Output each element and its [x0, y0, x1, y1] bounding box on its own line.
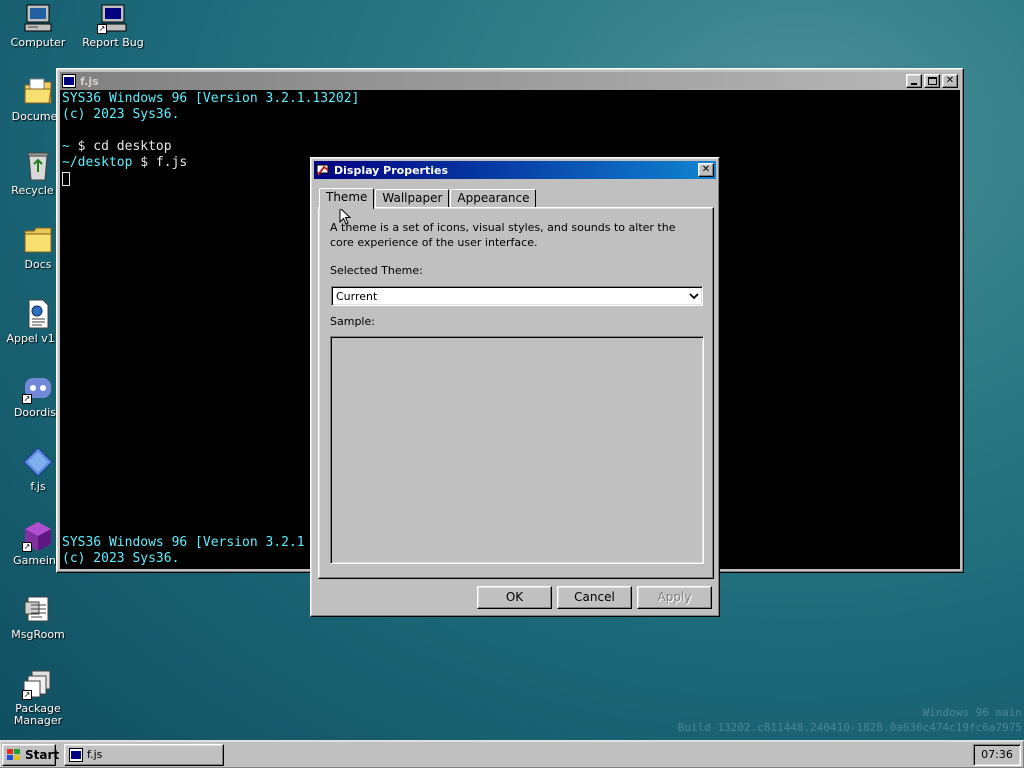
tab-theme[interactable]: Theme — [319, 188, 375, 209]
clock-time: 07:36 — [981, 748, 1013, 761]
dialog-title: Display Properties — [334, 163, 449, 177]
terminal-app-icon — [69, 747, 83, 762]
cancel-button[interactable]: Cancel — [557, 586, 632, 609]
terminal-command: $ f.js — [132, 155, 188, 170]
documents-folder-icon — [22, 76, 54, 108]
selected-theme-label: Selected Theme: — [330, 264, 423, 277]
recycle-bin-icon — [22, 150, 54, 182]
report-bug-icon: ↗ — [97, 2, 129, 34]
text-cursor — [62, 171, 70, 186]
tab-wallpaper[interactable]: Wallpaper — [375, 189, 450, 208]
tab-strip: Theme Wallpaper Appearance — [319, 186, 537, 209]
ok-button[interactable]: OK — [477, 586, 552, 609]
theme-select[interactable]: Current — [331, 286, 703, 306]
start-label: Start — [25, 747, 60, 762]
package-manager-icon: ↗ — [22, 668, 54, 700]
terminal-title: f.js — [80, 74, 99, 88]
desktop-icon-computer[interactable]: Computer — [0, 2, 76, 49]
windows-logo-icon — [6, 748, 22, 762]
taskbar-item-fjs[interactable]: f.js — [64, 743, 224, 766]
terminal-command: $ cd desktop — [69, 139, 172, 154]
minimize-icon — [911, 83, 917, 85]
theme-sample-preview — [330, 336, 704, 564]
sample-label: Sample: — [330, 315, 375, 328]
terminal-line: SYS36 Windows 96 [Version 3.2.1.13202] — [62, 91, 360, 106]
display-properties-dialog[interactable]: Display Properties ✕ Theme Wallpaper App… — [310, 157, 720, 617]
start-button[interactable]: Start — [2, 743, 60, 766]
build-watermark-line2: Build 13202.c811448.240410-1828.0a630c47… — [677, 721, 1022, 734]
system-tray-clock[interactable]: 07:36 — [973, 743, 1021, 766]
terminal-prompt: ~/desktop — [62, 155, 133, 170]
js-file-icon — [22, 446, 54, 478]
close-icon: ✕ — [945, 75, 955, 86]
game-cube-icon: ↗ — [22, 520, 54, 552]
maximize-icon — [927, 77, 937, 85]
dialog-titlebar[interactable]: Display Properties ✕ — [314, 161, 716, 179]
taskbar-item-label: f.js — [87, 748, 103, 761]
build-watermark-line1: Windows 96 main — [922, 706, 1022, 719]
terminal-line: (c) 2023 Sys36. — [62, 107, 180, 122]
desktop-icon-report-bug[interactable]: ↗ Report Bug — [75, 2, 151, 49]
terminal-prompt: ~ — [62, 139, 70, 154]
terminal-line: SYS36 Windows 96 [Version 3.2.1 — [62, 535, 305, 550]
tab-appearance[interactable]: Appearance — [450, 189, 537, 208]
discord-icon: ↗ — [22, 372, 54, 404]
chevron-down-icon — [686, 288, 702, 304]
apply-button[interactable]: Apply — [637, 586, 712, 609]
shortcut-arrow-icon: ↗ — [22, 542, 32, 552]
folder-icon — [22, 224, 54, 256]
html-document-icon — [22, 298, 54, 330]
desktop-icon-msgroom[interactable]: MsgRoom — [0, 594, 76, 641]
shortcut-arrow-icon: ↗ — [22, 394, 32, 404]
shortcut-arrow-icon: ↗ — [97, 24, 107, 34]
theme-tab-panel: A theme is a set of icons, visual styles… — [318, 207, 714, 579]
dialog-close-button[interactable]: ✕ — [698, 163, 714, 177]
shortcut-arrow-icon: ↗ — [22, 690, 32, 700]
maximize-button[interactable] — [924, 74, 940, 88]
desktop-icon-package-manager[interactable]: ↗ Package Manager — [0, 668, 76, 727]
mouse-pointer-icon — [339, 207, 351, 225]
theme-description: A theme is a set of icons, visual styles… — [330, 221, 676, 249]
theme-select-value: Current — [336, 289, 378, 303]
taskbar: Start f.js 07:36 — [0, 740, 1024, 768]
minimize-button[interactable] — [906, 74, 922, 88]
terminal-line: (c) 2023 Sys36. — [62, 551, 180, 566]
display-properties-icon — [316, 163, 330, 177]
msgroom-icon — [22, 594, 54, 626]
computer-icon — [22, 2, 54, 34]
terminal-line: ~ $ cd desktop — [62, 139, 958, 155]
terminal-app-icon — [62, 74, 76, 88]
close-button[interactable]: ✕ — [942, 74, 958, 88]
terminal-titlebar[interactable]: f.js ✕ — [60, 72, 960, 90]
close-icon: ✕ — [701, 164, 711, 175]
